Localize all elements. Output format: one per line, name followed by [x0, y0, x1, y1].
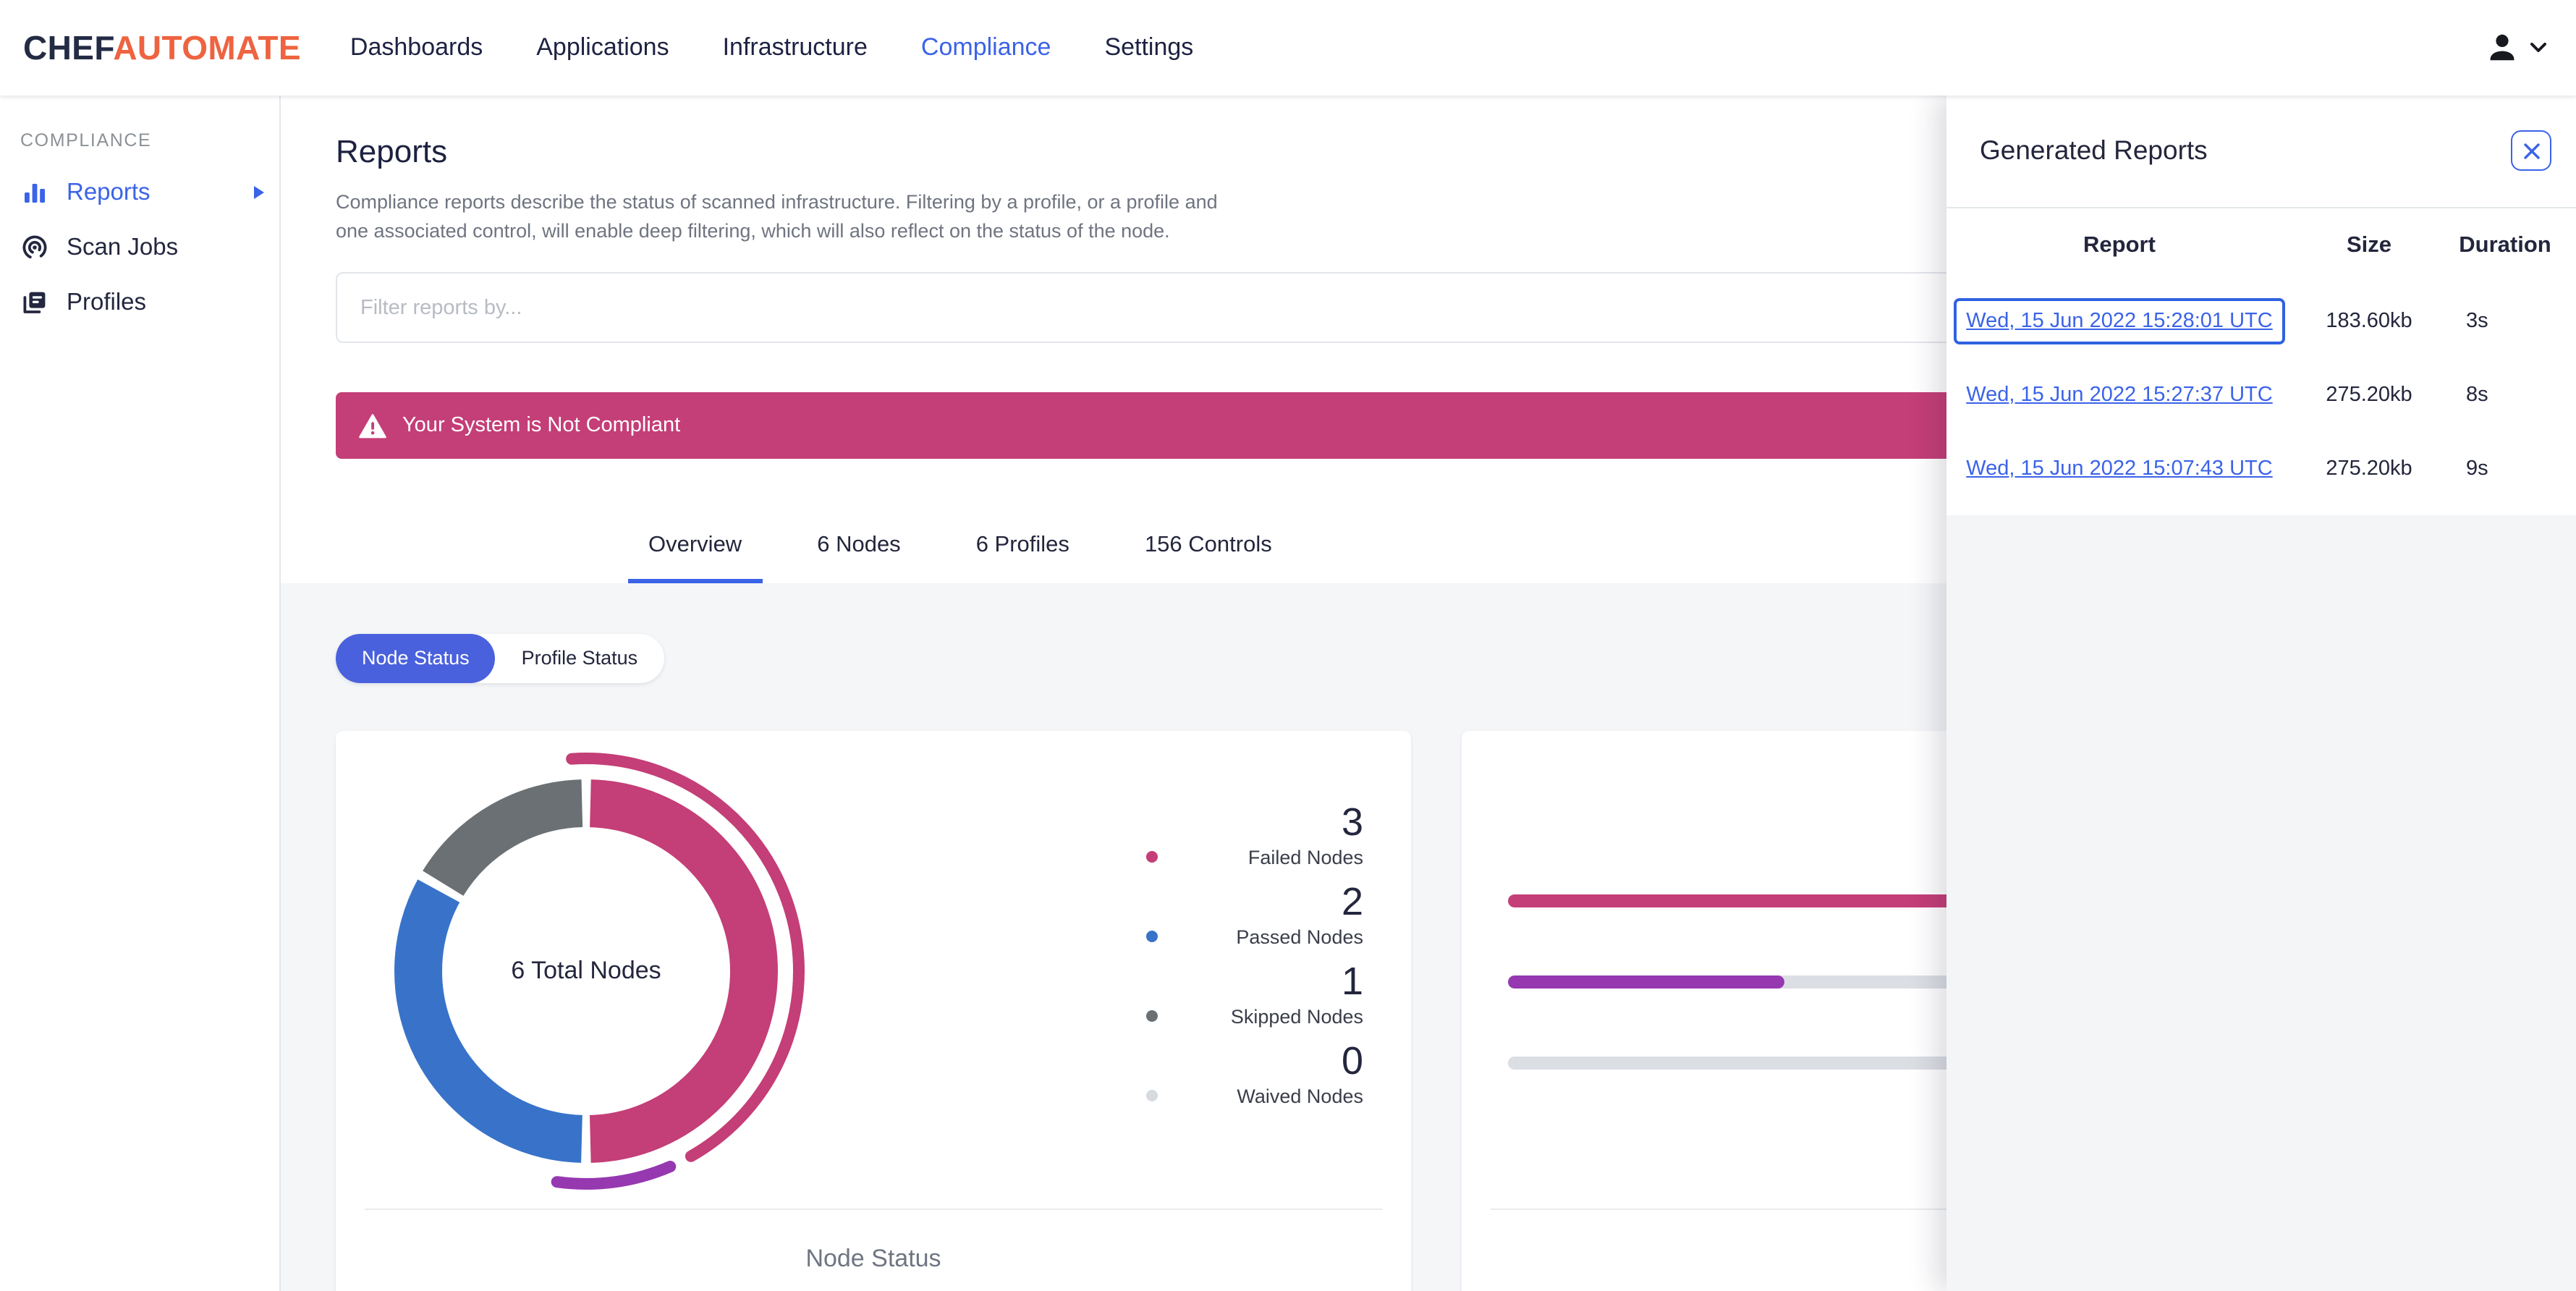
- node-status-card: 6 Total Nodes 3 Failed Nodes 2 Passed No…: [336, 731, 1411, 1291]
- bar-chart-icon: [20, 178, 49, 207]
- focused-report-outline: Wed, 15 Jun 2022 15:28:01 UTC: [1953, 297, 2286, 344]
- node-status-donut-chart: 6 Total Nodes: [366, 751, 806, 1191]
- profiles-icon: [20, 288, 49, 317]
- legend-label: Waived Nodes: [1237, 1085, 1363, 1106]
- person-icon: [2485, 30, 2520, 65]
- page-description: Compliance reports describe the status o…: [336, 191, 1218, 242]
- banner-text: Your System is Not Compliant: [402, 414, 681, 437]
- generated-reports-panel: Generated Reports Report Size Duration W…: [1946, 96, 2576, 1291]
- sidebar-section-label: COMPLIANCE: [20, 130, 152, 151]
- passed-dot-icon: [1146, 931, 1158, 942]
- nav-infrastructure[interactable]: Infrastructure: [723, 33, 868, 62]
- severity-bar-fill: [1508, 975, 1784, 989]
- warning-icon: [359, 413, 386, 438]
- tab-profiles[interactable]: 6 Profiles: [956, 533, 1090, 583]
- node-status-legend: 3 Failed Nodes 2 Passed Nodes 1 Skipped …: [1146, 800, 1363, 1119]
- table-row: Wed, 15 Jun 2022 15:27:37 UTC 275.20kb 8…: [1949, 357, 2562, 431]
- brand-logo[interactable]: CHEFAUTOMATE: [23, 28, 301, 67]
- report-duration: 8s: [2466, 383, 2488, 406]
- legend-value: 1: [1341, 960, 1363, 1003]
- brand-chef: CHEF: [23, 28, 114, 66]
- sidebar-item-scan-jobs[interactable]: Scan Jobs: [0, 220, 279, 275]
- report-size: 183.60kb: [2326, 309, 2412, 332]
- tab-overview[interactable]: Overview: [628, 533, 763, 583]
- legend-item-waived: 0 Waived Nodes: [1146, 1039, 1363, 1109]
- nav-compliance[interactable]: Compliance: [921, 33, 1051, 62]
- donut-center-label: 6 Total Nodes: [511, 957, 661, 984]
- legend-label: Skipped Nodes: [1230, 1005, 1363, 1027]
- report-duration: 3s: [2466, 309, 2488, 332]
- submenu-arrow-icon: [253, 185, 265, 200]
- primary-nav: Dashboards Applications Infrastructure C…: [350, 33, 1193, 62]
- sidebar-item-label: Profiles: [67, 289, 147, 315]
- legend-label: Failed Nodes: [1247, 846, 1363, 868]
- sidebar-item-reports[interactable]: Reports: [0, 165, 279, 220]
- toggle-node-status[interactable]: Node Status: [336, 634, 496, 683]
- column-size: Size: [2346, 233, 2391, 258]
- close-panel-button[interactable]: [2511, 130, 2551, 171]
- sidebar-item-profiles[interactable]: Profiles: [0, 275, 279, 330]
- chef-automate-app: CHEFAUTOMATE Dashboards Applications Inf…: [0, 0, 2576, 1291]
- node-status-caption: Node Status: [805, 1245, 941, 1272]
- panel-title: Generated Reports: [1980, 135, 2208, 165]
- nav-applications[interactable]: Applications: [536, 33, 669, 62]
- top-nav-bar: CHEFAUTOMATE Dashboards Applications Inf…: [0, 0, 2576, 96]
- scan-radar-icon: [20, 233, 49, 262]
- report-link[interactable]: Wed, 15 Jun 2022 15:07:43 UTC: [1966, 457, 2272, 480]
- report-link[interactable]: Wed, 15 Jun 2022 15:27:37 UTC: [1966, 383, 2272, 406]
- generated-reports-table: Report Size Duration Wed, 15 Jun 2022 15…: [1946, 208, 2576, 505]
- legend-value: 3: [1341, 800, 1363, 844]
- report-tabs: Overview 6 Nodes 6 Profiles 156 Controls: [628, 533, 1292, 583]
- table-row: Wed, 15 Jun 2022 15:07:43 UTC 275.20kb 9…: [1949, 431, 2562, 505]
- report-link[interactable]: Wed, 15 Jun 2022 15:28:01 UTC: [1966, 309, 2272, 332]
- chevron-down-icon: [2530, 42, 2547, 54]
- legend-item-passed: 2 Passed Nodes: [1146, 880, 1363, 949]
- report-duration: 9s: [2466, 457, 2488, 480]
- brand-automate: AUTOMATE: [113, 28, 301, 66]
- tab-controls[interactable]: 156 Controls: [1124, 533, 1292, 583]
- close-icon: [2522, 141, 2541, 160]
- legend-value: 2: [1341, 880, 1363, 923]
- legend-item-failed: 3 Failed Nodes: [1146, 800, 1363, 870]
- report-size: 275.20kb: [2326, 383, 2412, 406]
- legend-label: Passed Nodes: [1236, 926, 1363, 947]
- legend-item-skipped: 1 Skipped Nodes: [1146, 960, 1363, 1029]
- sidebar-item-label: Scan Jobs: [67, 234, 179, 260]
- failed-dot-icon: [1146, 851, 1158, 863]
- waived-dot-icon: [1146, 1090, 1158, 1101]
- table-header-row: Report Size Duration: [1949, 208, 2562, 284]
- nav-settings[interactable]: Settings: [1104, 33, 1193, 62]
- status-toggle: Node Status Profile Status: [336, 634, 664, 683]
- column-duration: Duration: [2459, 233, 2551, 258]
- sidebar-item-label: Reports: [67, 179, 151, 205]
- report-size: 275.20kb: [2326, 457, 2412, 480]
- toggle-profile-status[interactable]: Profile Status: [496, 634, 664, 683]
- nav-dashboards[interactable]: Dashboards: [350, 33, 483, 62]
- tab-nodes[interactable]: 6 Nodes: [797, 533, 920, 583]
- skipped-dot-icon: [1146, 1010, 1158, 1022]
- user-menu[interactable]: [2485, 30, 2547, 65]
- table-row: Wed, 15 Jun 2022 15:28:01 UTC 183.60kb 3…: [1949, 284, 2562, 357]
- sidebar: COMPLIANCE Reports Scan Jobs Profiles: [0, 96, 281, 1291]
- column-report: Report: [2083, 233, 2156, 258]
- legend-value: 0: [1341, 1039, 1363, 1083]
